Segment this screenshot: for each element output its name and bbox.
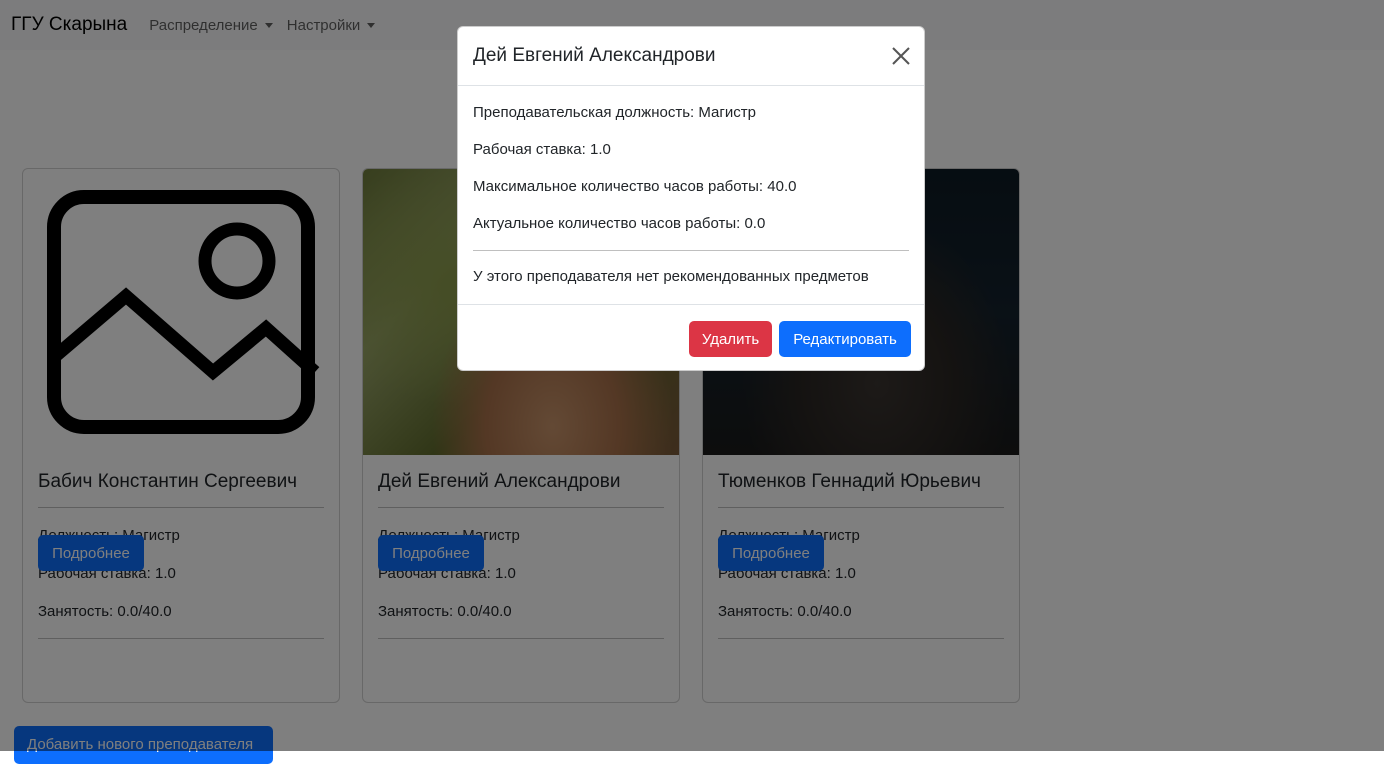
modal-max-hours: Максимальное количество часов работы: 40… bbox=[473, 178, 797, 195]
modal-recommended-subjects: У этого преподавателя нет рекомендованны… bbox=[473, 268, 869, 285]
close-icon[interactable] bbox=[890, 45, 912, 67]
edit-button[interactable]: Редактировать bbox=[779, 321, 911, 357]
modal-footer: Удалить Редактировать bbox=[458, 304, 924, 372]
modal-actual-hours: Актуальное количество часов работы: 0.0 bbox=[473, 215, 766, 232]
modal-header: Дей Евгений Александрови bbox=[458, 27, 924, 86]
modal-rate: Рабочая ставка: 1.0 bbox=[473, 141, 611, 158]
modal-title: Дей Евгений Александрови bbox=[473, 45, 716, 66]
modal-position: Преподавательская должность: Магистр bbox=[473, 104, 756, 121]
divider bbox=[473, 250, 909, 251]
delete-button[interactable]: Удалить bbox=[689, 321, 772, 357]
modal-body: Преподавательская должность: Магистр Раб… bbox=[473, 87, 909, 287]
teacher-details-modal: Дей Евгений Александрови Преподавательск… bbox=[457, 26, 925, 371]
